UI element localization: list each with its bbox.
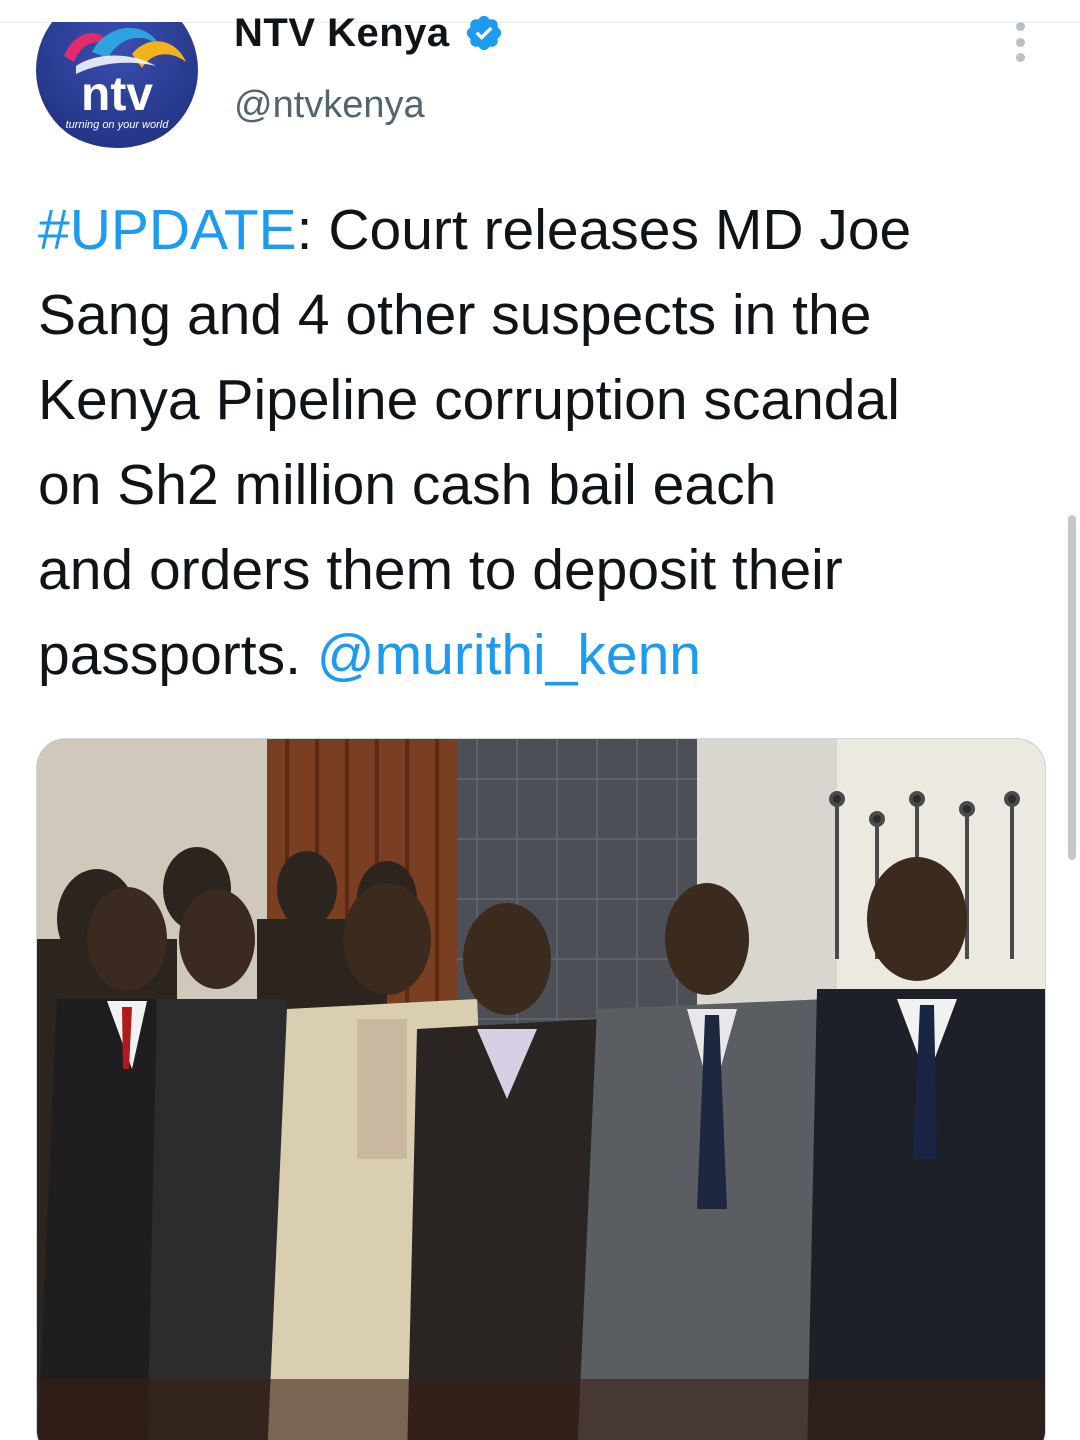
logo-text: ntv [81,68,153,121]
display-name-row[interactable]: NTV Kenya [234,8,504,58]
ntv-logo-icon: ntv turning on your world [36,22,198,148]
tweet-line-1: #UPDATE: Court releases MD Joe [38,188,1048,273]
hashtag-link[interactable]: #UPDATE [38,198,297,262]
more-options-icon[interactable] [1006,22,1034,62]
tweet-view: ntv turning on your world NTV Kenya @ntv… [0,0,1080,1440]
scrollbar[interactable] [1068,515,1076,860]
tweet-line-4: on Sh2 million cash bail each [38,453,777,517]
tweet-line-6-text: passports. [38,623,317,687]
avatar[interactable]: ntv turning on your world [36,22,198,148]
tweet-line-6: passports. @murithi_kenn [38,613,1048,698]
tweet-text: #UPDATE: Court releases MD Joe Sang and … [38,188,1048,698]
verified-badge-icon [466,15,501,51]
mention-link[interactable]: @murithi_kenn [317,623,701,687]
tweet-line-3: Kenya Pipeline corruption scandal [38,368,900,432]
tweet-line-1-text: : Court releases MD Joe [296,198,912,262]
logo-tagline: turning on your world [66,119,170,131]
tweet-photo[interactable] [36,738,1046,1440]
tweet-line-2: Sang and 4 other suspects in the [38,283,872,347]
tweet-line-5: and orders them to deposit their [38,538,843,602]
display-name[interactable]: NTV Kenya [234,11,450,56]
photo-illustration [37,739,1045,1440]
handle[interactable]: @ntvkenya [234,84,425,127]
